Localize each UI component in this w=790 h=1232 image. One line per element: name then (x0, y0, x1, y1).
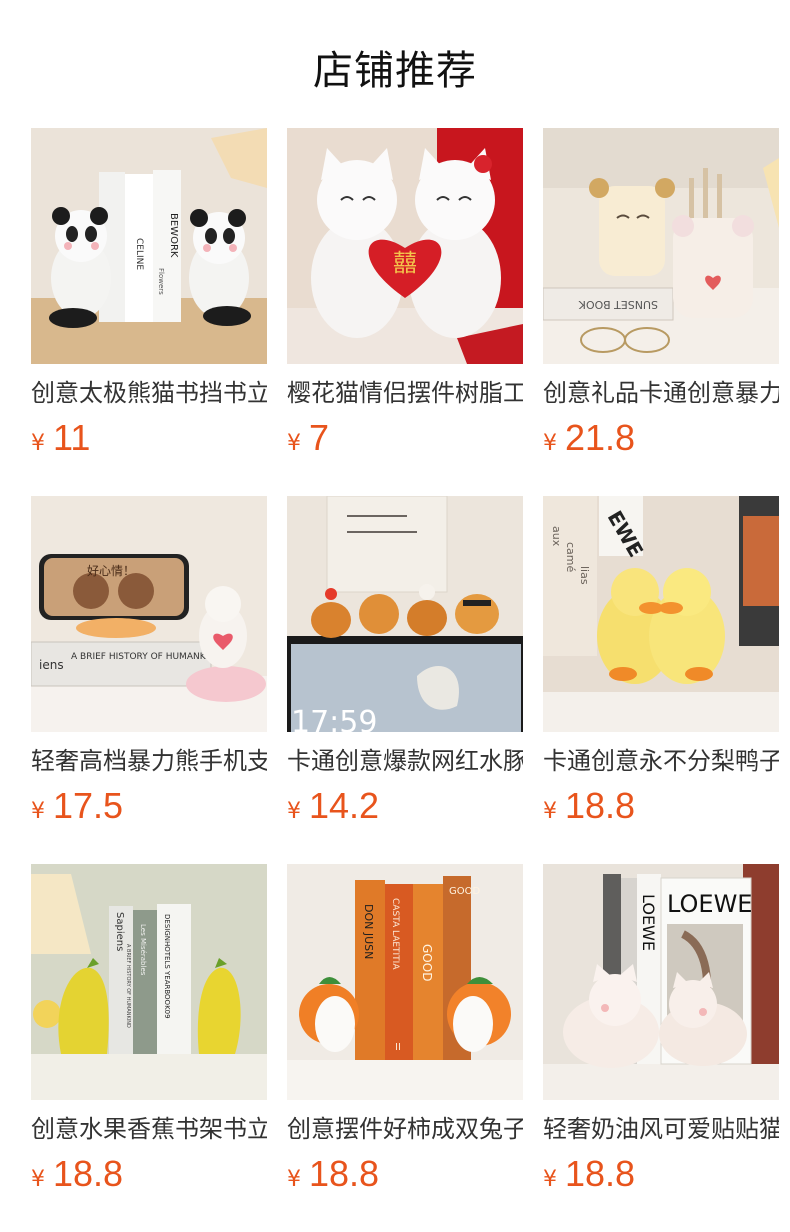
price-amount: 14.2 (309, 785, 380, 826)
monitor-clock-text: 17:59 (291, 705, 377, 732)
product-name[interactable]: 卡通创意永不分梨鸭子 (543, 746, 779, 776)
product-price: ¥7 (287, 418, 523, 465)
product-price: ¥11 (31, 418, 267, 465)
book-spine-text: DON JUSN (362, 904, 375, 959)
price-amount: 18.8 (309, 1153, 380, 1194)
book-spine-text: GOOD (449, 886, 480, 897)
price-amount: 18.8 (565, 785, 636, 826)
book-spine-text: II (395, 1042, 401, 1053)
product-price: ¥18.8 (287, 1154, 523, 1201)
bear-phone-stand-image[interactable]: iens A BRIEF HISTORY OF HUMANKIND 好心情！ (31, 496, 267, 732)
product-name[interactable]: 创意摆件好柿成双兔子 (287, 1114, 523, 1144)
price-amount: 21.8 (565, 417, 636, 458)
currency-symbol: ¥ (287, 431, 301, 456)
panda-bookend-image[interactable]: CELINE Flowers BEWORK (31, 128, 267, 364)
capybara-monitor-image[interactable]: 17:59 (287, 496, 523, 732)
svg-text:囍: 囍 (393, 249, 417, 277)
price-amount: 11 (53, 417, 91, 458)
product-card[interactable]: aux camé lias EWE 卡通创意永不分梨鸭子 ¥18.8 (543, 496, 779, 833)
banana-bookend-image[interactable]: Sapiens A BRIEF HISTORY OF HUMANKIND Les… (31, 864, 267, 1100)
book-spine-text: BEWORK (168, 213, 179, 258)
product-card[interactable]: DON JUSN CASTA LAETITIA II GOOD GOOD 创意摆… (287, 864, 523, 1201)
currency-symbol: ¥ (543, 431, 557, 456)
duck-couple-image[interactable]: aux camé lias EWE (543, 496, 779, 732)
book-spine-text: camé (564, 542, 577, 573)
book-spine-text: LOEWE (639, 894, 658, 951)
product-name[interactable]: 轻奢奶油风可爱贴贴猫 (543, 1114, 779, 1144)
cream-cat-image[interactable]: LOEWE LOEWE (543, 864, 779, 1100)
price-amount: 18.8 (53, 1153, 124, 1194)
book-spine-text: DESIGNHOTELS YEARBOOK09 (163, 914, 171, 1019)
book-cover-text: LOEWE (667, 890, 752, 918)
book-spine-text: A BRIEF HISTORY OF HUMANKIND (71, 652, 222, 662)
book-spine-text: Sapiens (114, 912, 125, 951)
product-name[interactable]: 轻奢高档暴力熊手机支架 (31, 746, 267, 776)
book-spine-text: iens (39, 658, 64, 672)
lucky-cat-image[interactable]: 囍 (287, 128, 523, 364)
bear-pen-holder-image[interactable]: SUNSET BOOK (543, 128, 779, 364)
product-price: ¥18.8 (543, 1154, 779, 1201)
product-name[interactable]: 创意礼品卡通创意暴力熊 (543, 378, 779, 408)
page-title: 店铺推荐 (313, 48, 477, 94)
book-spine-text: GOOD (420, 944, 434, 981)
product-card[interactable]: CELINE Flowers BEWORK 创意太极熊猫书挡书立 ¥11 (31, 128, 267, 465)
book-spine-text: A BRIEF HISTORY OF HUMANKIND (125, 944, 131, 1028)
product-name[interactable]: 创意水果香蕉书架书立 (31, 1114, 267, 1144)
product-card[interactable]: 囍 樱花猫情侣摆件树脂工艺 ¥7 (287, 128, 523, 465)
product-card[interactable]: iens A BRIEF HISTORY OF HUMANKIND 好心情！ 轻… (31, 496, 267, 833)
currency-symbol: ¥ (287, 799, 301, 824)
product-price: ¥18.8 (31, 1154, 267, 1201)
currency-symbol: ¥ (31, 431, 45, 456)
currency-symbol: ¥ (543, 799, 557, 824)
currency-symbol: ¥ (31, 1167, 45, 1192)
book-spine-text: lias (578, 566, 591, 585)
persimmon-rabbit-image[interactable]: DON JUSN CASTA LAETITIA II GOOD GOOD (287, 864, 523, 1100)
product-card[interactable]: SUNSET BOOK 创意礼品卡通创意暴力熊 ¥21.8 (543, 128, 779, 465)
phone-screen-text: 好心情！ (87, 564, 135, 578)
currency-symbol: ¥ (31, 799, 45, 824)
book-spine-text: CELINE (134, 238, 144, 270)
product-name[interactable]: 创意太极熊猫书挡书立 (31, 378, 267, 408)
product-price: ¥17.5 (31, 786, 267, 833)
book-spine-text: SUNSET BOOK (578, 298, 658, 311)
product-card[interactable]: 17:59 卡通创意爆款网红水豚 ¥14.2 (287, 496, 523, 833)
price-amount: 7 (309, 417, 330, 458)
price-amount: 17.5 (53, 785, 124, 826)
book-spine-text: CASTA LAETITIA (390, 898, 400, 970)
product-card[interactable]: LOEWE LOEWE 轻奢奶油风可爱贴贴猫 ¥18.8 (543, 864, 779, 1201)
book-spine-text: aux (550, 526, 563, 547)
product-price: ¥18.8 (543, 786, 779, 833)
product-price: ¥14.2 (287, 786, 523, 833)
product-name[interactable]: 卡通创意爆款网红水豚 (287, 746, 523, 776)
product-card[interactable]: Sapiens A BRIEF HISTORY OF HUMANKIND Les… (31, 864, 267, 1201)
book-spine-text: Les Misérables (139, 924, 147, 976)
currency-symbol: ¥ (287, 1167, 301, 1192)
book-spine-text: Flowers (157, 268, 165, 295)
product-price: ¥21.8 (543, 418, 779, 465)
price-amount: 18.8 (565, 1153, 636, 1194)
currency-symbol: ¥ (543, 1167, 557, 1192)
product-name[interactable]: 樱花猫情侣摆件树脂工艺 (287, 378, 523, 408)
